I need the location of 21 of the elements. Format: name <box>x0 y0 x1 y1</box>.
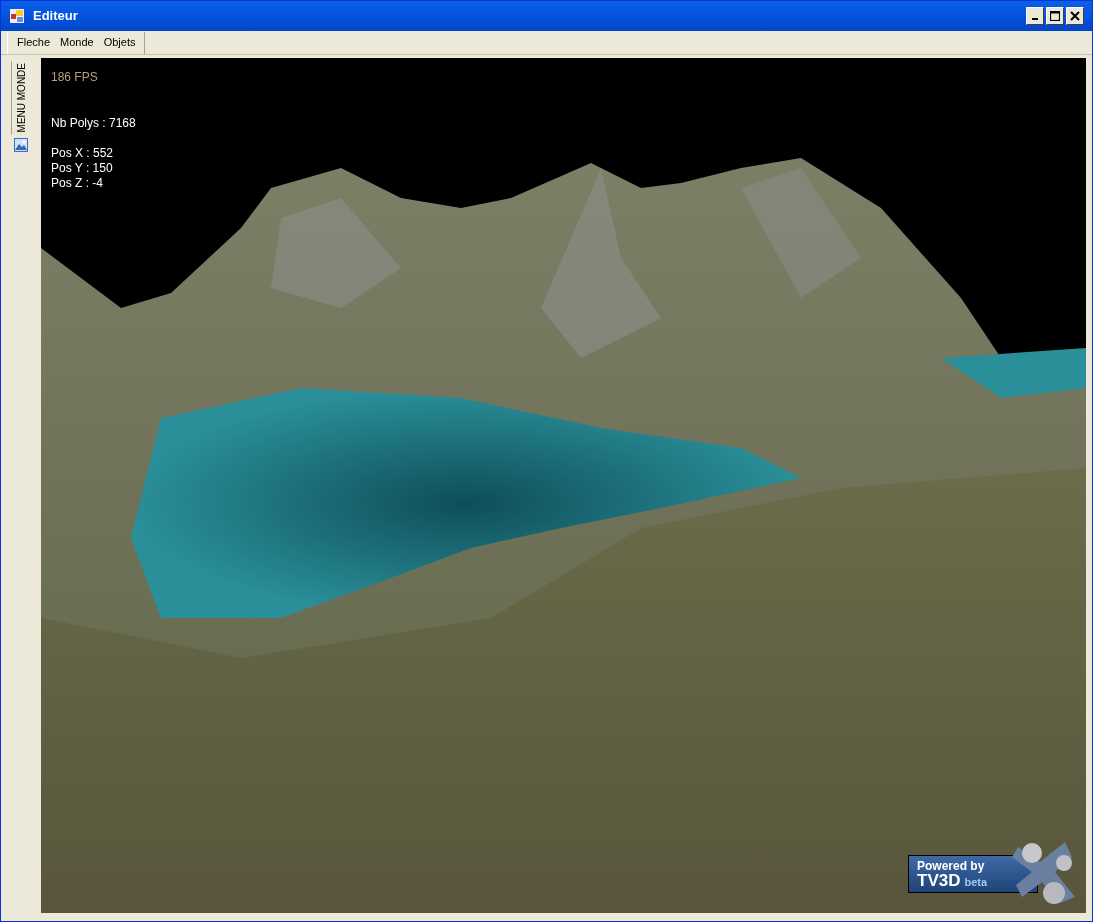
position-text: Pos Y : 150 <box>51 161 114 176</box>
fps-counter: 186 FPS <box>51 69 99 86</box>
position-text: Pos Z : -4 <box>51 176 104 191</box>
stats-text: Nb Polys : 7168 <box>51 115 136 132</box>
logo-text: Powered by <box>917 859 986 872</box>
logo-brand-text: TV3D <box>917 871 961 889</box>
maximize-button[interactable] <box>1046 7 1064 25</box>
logo-tag-text: beta <box>964 876 988 888</box>
maximize-icon <box>1050 11 1060 21</box>
minimize-icon <box>1032 18 1038 20</box>
close-button[interactable] <box>1066 7 1084 25</box>
window-title: Editeur <box>33 7 78 26</box>
minimize-button[interactable] <box>1026 7 1044 25</box>
position-text: Pos X : 552 <box>51 146 115 161</box>
menu-item[interactable]: Fleche <box>12 34 56 51</box>
window-app-icon <box>9 8 25 24</box>
picture-icon[interactable] <box>14 138 28 153</box>
menu-item[interactable]: Objets <box>98 34 141 51</box>
close-icon <box>1070 11 1080 21</box>
menu-item[interactable]: Monde <box>55 34 99 51</box>
sidebar-tab[interactable]: MENU MONDE <box>11 61 31 135</box>
